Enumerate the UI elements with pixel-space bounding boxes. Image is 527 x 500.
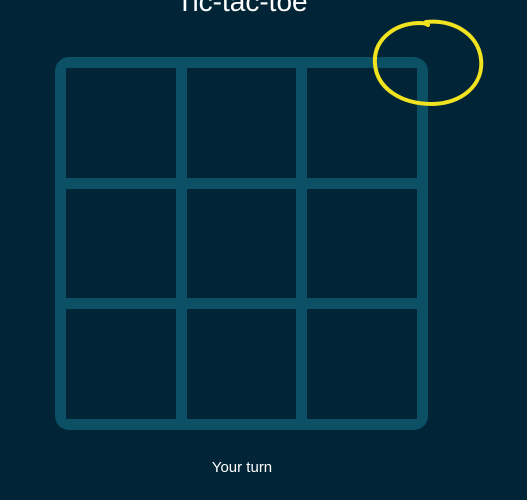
turn-status: Your turn (211, 459, 273, 476)
board-cell-r1-c2[interactable] (186, 68, 297, 178)
board-cell-r2-c1[interactable] (66, 188, 176, 299)
board-cell-r3-c2[interactable] (186, 309, 297, 419)
board-cell-r3-c1[interactable] (66, 309, 176, 419)
board-cell-r3-c3[interactable] (307, 309, 417, 419)
board-cell-r2-c3[interactable] (307, 188, 417, 299)
game-title: Tic-tac-toe (176, 0, 308, 17)
game-board (55, 57, 428, 430)
board-cell-r1-c3[interactable] (307, 68, 417, 178)
board-cell-r2-c2[interactable] (186, 188, 297, 299)
board-cell-r1-c1[interactable] (66, 68, 176, 178)
